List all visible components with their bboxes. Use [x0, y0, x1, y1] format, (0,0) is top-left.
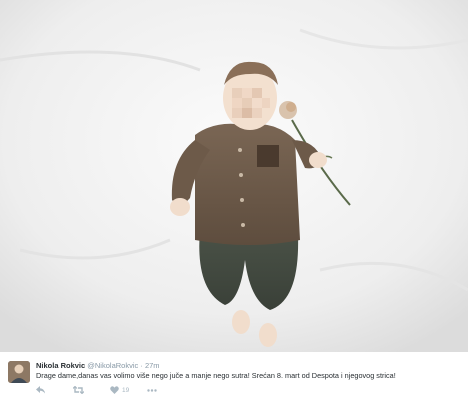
- tweet-timestamp[interactable]: 27m: [145, 361, 160, 370]
- tweet-body: Nikola Rokvic @NikolaRokvic · 27m Drage …: [0, 352, 468, 401]
- tweet-header: Nikola Rokvic @NikolaRokvic · 27m: [36, 361, 160, 371]
- author-display-name[interactable]: Nikola Rokvic: [36, 361, 85, 370]
- avatar-photo-icon: [8, 361, 30, 383]
- like-button[interactable]: 19: [110, 384, 129, 396]
- author-handle[interactable]: @NikolaRokvic: [87, 361, 138, 370]
- more-icon: [147, 388, 157, 392]
- more-button[interactable]: [147, 384, 157, 396]
- tweet-actions: 19: [36, 384, 336, 396]
- tweet-photo[interactable]: [0, 0, 468, 352]
- tweet-card: Nikola Rokvic @NikolaRokvic · 27m Drage …: [0, 0, 468, 401]
- heart-icon: [110, 386, 119, 394]
- meta-separator: ·: [140, 361, 143, 370]
- reply-button[interactable]: [36, 384, 45, 396]
- baby-photo-illustration: [0, 0, 468, 352]
- tweet-text: Drage dame,danas vas volimo više nego ju…: [36, 371, 396, 380]
- retweet-icon: [73, 386, 84, 394]
- like-count: 19: [122, 386, 130, 394]
- retweet-button[interactable]: [73, 384, 84, 396]
- author-avatar[interactable]: [8, 361, 30, 383]
- reply-icon: [36, 386, 45, 394]
